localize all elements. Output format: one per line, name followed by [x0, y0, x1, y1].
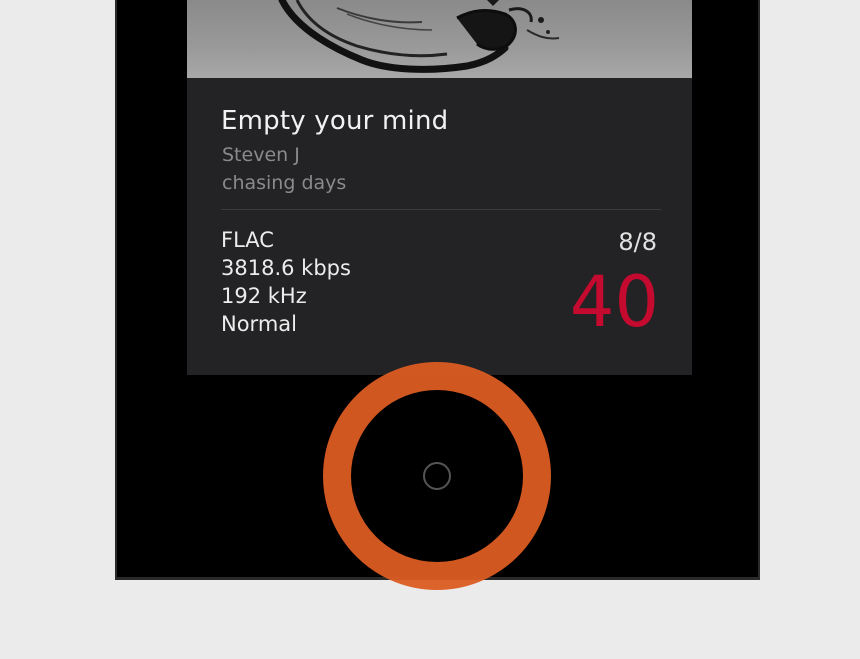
home-button-icon[interactable]	[423, 462, 451, 490]
audio-mode: Normal	[221, 312, 297, 336]
album-art	[187, 0, 692, 78]
track-position: 8/8	[618, 228, 657, 256]
audio-info: FLAC 3818.6 kbps 192 kHz Normal	[221, 226, 351, 338]
audio-bitrate: 3818.6 kbps	[221, 256, 351, 280]
volume-level: 40	[569, 261, 659, 343]
card-divider	[221, 209, 661, 210]
track-artist: Steven J	[222, 144, 300, 166]
track-album: chasing days	[222, 172, 347, 194]
track-title: Empty your mind	[221, 106, 449, 136]
audio-sample-rate: 192 kHz	[221, 284, 307, 308]
audio-format: FLAC	[221, 228, 274, 252]
now-playing-card: Empty your mind Steven J chasing days FL…	[187, 78, 692, 375]
album-art-image	[278, 0, 560, 73]
